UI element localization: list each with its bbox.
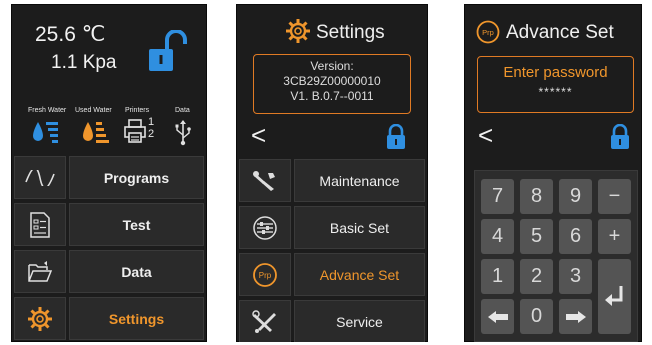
right-arrow-icon: [565, 310, 586, 323]
fresh-water-label: Fresh Water: [28, 107, 67, 114]
svg-text:Prp: Prp: [482, 28, 494, 37]
printer-icon: [124, 119, 146, 143]
menu-item-test[interactable]: Test: [14, 203, 204, 246]
menu-item-programs[interactable]: Programs: [14, 156, 204, 199]
waveform-icon: [25, 169, 55, 186]
prp-icon: Prp: [253, 262, 277, 287]
menu-item-service[interactable]: Service: [239, 300, 425, 342]
prp-icon: Prp: [476, 20, 500, 44]
key-2[interactable]: 2: [520, 259, 553, 294]
version-label: Version:: [310, 59, 354, 73]
settings-gear-icon: [286, 19, 310, 43]
key-4[interactable]: 4: [481, 219, 514, 254]
menu-item-data[interactable]: Data: [14, 250, 204, 293]
gear-icon: [28, 306, 52, 331]
version-code: 3CB29Z00000010: [283, 74, 381, 88]
temperature-readout: 25.6 ℃: [35, 23, 106, 46]
cursor-right-key[interactable]: [559, 299, 592, 334]
numeric-keypad: 7 8 9 − 4 5 6 + 1 2 3 0: [474, 170, 638, 342]
page-title: Advance Set: [506, 22, 614, 43]
menu-item-settings[interactable]: Settings: [14, 297, 204, 340]
tools-icon: [252, 309, 276, 333]
key-8[interactable]: 8: [520, 179, 553, 214]
key-minus[interactable]: −: [598, 179, 631, 214]
page-title: Settings: [316, 22, 385, 43]
key-5[interactable]: 5: [520, 219, 553, 254]
back-button[interactable]: <: [478, 120, 493, 151]
key-0[interactable]: 0: [520, 299, 553, 334]
unlocked-padlock-icon[interactable]: [147, 30, 187, 74]
menu-item-basic-set[interactable]: Basic Set: [239, 206, 425, 249]
key-7[interactable]: 7: [481, 179, 514, 214]
version-number: V1. B.0.7--0011: [290, 89, 374, 103]
wrench-screwdriver-icon: [253, 170, 275, 191]
printer-count-2: 2: [148, 128, 155, 140]
main-screen-panel: 25.6 ℃ 1.1 Kpa Fresh Water Used Water Pr…: [11, 4, 207, 342]
document-list-icon: [30, 211, 50, 238]
menu-item-test-label: Test: [69, 203, 204, 246]
menu-item-basic-set-label: Basic Set: [294, 206, 425, 249]
back-button[interactable]: <: [251, 120, 266, 151]
svg-text:Prp: Prp: [259, 271, 272, 280]
settings-screen-panel: Settings Version: 3CB29Z00000010 V1. B.0…: [236, 4, 428, 342]
backspace-key[interactable]: [481, 299, 514, 334]
used-water-level-icon: [83, 122, 109, 143]
key-3[interactable]: 3: [559, 259, 592, 294]
enter-arrow-icon: [604, 285, 622, 306]
locked-padlock-icon[interactable]: [386, 124, 406, 150]
key-6[interactable]: 6: [559, 219, 592, 254]
enter-key[interactable]: [598, 259, 631, 334]
left-arrow-icon: [487, 310, 508, 323]
key-9[interactable]: 9: [559, 179, 592, 214]
data-label: Data: [175, 107, 190, 114]
menu-item-advance-set[interactable]: Prp Advance Set: [239, 253, 425, 296]
menu-item-maintenance[interactable]: Maintenance: [239, 159, 425, 202]
key-plus[interactable]: +: [598, 219, 631, 254]
menu-item-settings-label: Settings: [69, 297, 204, 340]
used-water-label: Used Water: [75, 107, 112, 114]
key-1[interactable]: 1: [481, 259, 514, 294]
printer-count-1: 1: [148, 116, 155, 128]
password-mask: ******: [538, 85, 573, 99]
sliders-circle-icon: [253, 215, 277, 240]
fresh-water-level-icon: [33, 122, 58, 143]
folder-open-icon: [28, 260, 53, 282]
advance-set-panel: Prp Advance Set Enter password ****** < …: [464, 4, 642, 342]
password-prompt: Enter password: [503, 64, 608, 81]
printers-label: Printers: [125, 107, 150, 114]
usb-icon: [175, 120, 191, 146]
menu-item-advance-set-label: Advance Set: [294, 253, 425, 296]
password-field[interactable]: Enter password ******: [477, 56, 634, 113]
menu-item-service-label: Service: [294, 300, 425, 342]
menu-item-maintenance-label: Maintenance: [294, 159, 425, 202]
version-info-box: Version: 3CB29Z00000010 V1. B.0.7--0011: [253, 54, 411, 114]
menu-item-data-label: Data: [69, 250, 204, 293]
locked-padlock-icon[interactable]: [610, 124, 630, 150]
menu-item-programs-label: Programs: [69, 156, 204, 199]
waveform-icon-cell: [14, 156, 66, 199]
pressure-readout: 1.1 Kpa: [51, 52, 117, 73]
